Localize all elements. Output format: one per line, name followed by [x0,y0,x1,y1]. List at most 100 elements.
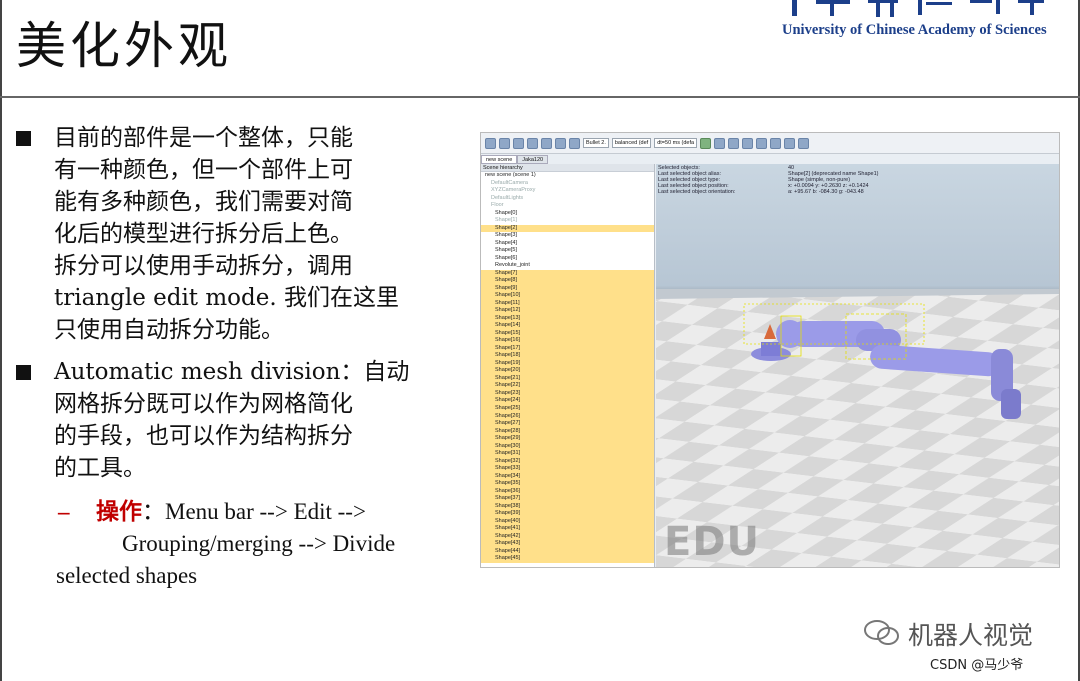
hierarchy-item[interactable]: Shape[5] [481,247,654,255]
hierarchy-item[interactable]: Shape[28] [481,427,654,436]
stop-icon[interactable] [728,137,740,149]
hierarchy-item[interactable]: Shape[35] [481,480,654,488]
hierarchy-item[interactable]: Shape[6] [481,255,654,263]
bullet-item: 目前的部件是一个整体，只能 有一种颜色，但一个部件上可 能有多种颜色，我们需要对… [14,122,454,346]
hierarchy-item[interactable]: Shape[42] [481,532,654,541]
hierarchy-item[interactable]: Shape[31] [481,450,654,458]
hierarchy-item[interactable]: Shape[3] [481,232,654,240]
hierarchy-item[interactable]: Shape[17] [481,344,654,353]
bullet-line: 的手段，也可以作为结构拆分 [54,423,353,449]
undo-icon[interactable] [541,137,552,149]
slower-icon[interactable] [756,137,768,149]
scene-viewport[interactable]: Selected objects: 40 Last selected object… [656,164,1059,567]
square-bullet-icon [16,365,31,380]
hierarchy-item[interactable]: Shape[4] [481,240,654,248]
hierarchy-item[interactable]: Shape[13] [481,314,654,323]
hierarchy-item[interactable]: Shape[26] [481,412,654,421]
dash-bullet-icon: – [58,499,70,524]
selection-info: Selected objects: 40 Last selected object… [658,165,1058,195]
hierarchy-item[interactable]: Shape[16] [481,337,654,345]
slide-title: 美化外观 [16,17,232,75]
university-name: University of Chinese Academy of Science… [782,22,1047,38]
hierarchy-item[interactable]: Shape[20] [481,367,654,375]
hierarchy-item[interactable]: Shape[24] [481,397,654,405]
hierarchy-item[interactable]: Shape[41] [481,525,654,533]
zoom-icon[interactable] [513,137,524,149]
hierarchy-item[interactable]: Shape[7] [481,269,654,278]
pause-icon[interactable] [714,137,726,149]
hierarchy-item[interactable]: Shape[22] [481,382,654,390]
bullet-line: 有一种颜色，但一个部件上可 [54,157,353,183]
hierarchy-item[interactable]: Floor [481,202,654,210]
info-key: Last selected object orientation: [658,189,736,195]
dynamics-icon[interactable] [569,137,580,149]
tab-jaka120[interactable]: Jaka120 [517,155,549,164]
hierarchy-item[interactable]: Shape[25] [481,404,654,413]
hierarchy-item[interactable]: Shape[33] [481,465,654,473]
bullet-line: 只使用自动拆分功能。 [54,317,284,343]
hierarchy-item[interactable]: Shape[21] [481,374,654,383]
hierarchy-item[interactable]: Shape[14] [481,322,654,330]
hierarchy-item[interactable]: Shape[12] [481,307,654,315]
hierarchy-item[interactable]: DefaultLights [481,195,654,203]
hierarchy-item[interactable]: Shape[2] [481,224,654,233]
hierarchy-item[interactable]: Shape[44] [481,547,654,556]
bullet-line: 化后的模型进行拆分后上色。 [54,221,353,247]
play-icon[interactable] [700,137,712,149]
sub-bullet: – 操作：Menu bar --> Edit --> Grouping/merg… [14,496,454,592]
hierarchy-item[interactable]: Shape[36] [481,487,654,496]
csdn-credit: CSDN @马少爷 [930,658,1024,673]
redo-icon[interactable] [555,137,566,149]
rotate-icon[interactable] [499,137,510,149]
hierarchy-item[interactable]: XYZCameraProxy [481,187,654,195]
hierarchy-item[interactable]: new scene (scene 1) [481,172,654,180]
scene-hierarchy: Scene hierarchy new scene (scene 1) Defau… [481,164,655,567]
hierarchy-item[interactable]: Shape[10] [481,292,654,300]
hierarchy-item[interactable]: Shape[15] [481,329,654,338]
sim-toolbar: Bullet 2. balanced (def dt=50 ms (defa [481,133,1059,154]
info-value: a: +95.67 b: -084.30 g: -043.48 [788,189,864,195]
layers-icon[interactable] [798,137,810,149]
scene-tabs: new scene Jaka120 [481,155,549,164]
hierarchy-item[interactable]: DefaultCamera [481,180,654,188]
hierarchy-item[interactable]: Shape[43] [481,540,654,548]
faster-icon[interactable] [770,137,782,149]
hierarchy-item[interactable]: Shape[1] [481,217,654,225]
bullet-item: Automatic mesh division：自动 网格拆分既可以作为网格简化… [14,356,454,484]
square-bullet-icon [16,131,31,146]
hierarchy-item[interactable]: Shape[8] [481,277,654,285]
hierarchy-item[interactable]: Shape[27] [481,420,654,428]
sub-bullet-text: Grouping/merging --> Divide [122,531,396,556]
hierarchy-item[interactable]: Shape[29] [481,435,654,443]
timestep-select[interactable]: dt=50 ms (defa [654,138,698,148]
accuracy-select[interactable]: balanced (def [611,138,652,148]
tab-new-scene[interactable]: new scene [481,155,518,164]
fit-icon[interactable] [527,137,538,149]
hierarchy-item[interactable]: Shape[11] [481,299,654,308]
hierarchy-item[interactable]: Shape[0] [481,210,654,218]
hierarchy-item[interactable]: Shape[30] [481,442,654,451]
hierarchy-item[interactable]: Shape[39] [481,510,654,518]
realtime-icon[interactable] [742,137,754,149]
account-name: 机器人视觉 [908,621,1034,650]
hierarchy-item[interactable]: Shape[38] [481,502,654,511]
bullet-line: 目前的部件是一个整体，只能 [54,125,353,151]
wechat-icon [864,620,899,645]
hierarchy-item[interactable]: Shape[40] [481,517,654,526]
bullet-line: triangle edit mode. 我们在这里 [54,285,399,311]
physics-engine-select[interactable]: Bullet 2. [583,138,609,148]
hierarchy-item[interactable]: Revolute_joint [481,262,654,270]
hierarchy-item[interactable]: Shape[34] [481,472,654,481]
hierarchy-item[interactable]: Shape[18] [481,352,654,360]
move-icon[interactable] [485,137,496,149]
hierarchy-item[interactable]: Shape[23] [481,389,654,398]
floor-and-robot [656,289,1059,567]
visibility-icon[interactable] [784,137,796,149]
hierarchy-item[interactable]: Shape[19] [481,359,654,368]
hierarchy-title: Scene hierarchy [481,164,654,172]
hierarchy-item[interactable]: Shape[32] [481,457,654,466]
hierarchy-item[interactable]: Shape[45] [481,555,654,563]
hierarchy-item[interactable]: Shape[37] [481,495,654,503]
hierarchy-item[interactable]: Shape[9] [481,284,654,293]
university-logo-icon [786,0,1066,18]
